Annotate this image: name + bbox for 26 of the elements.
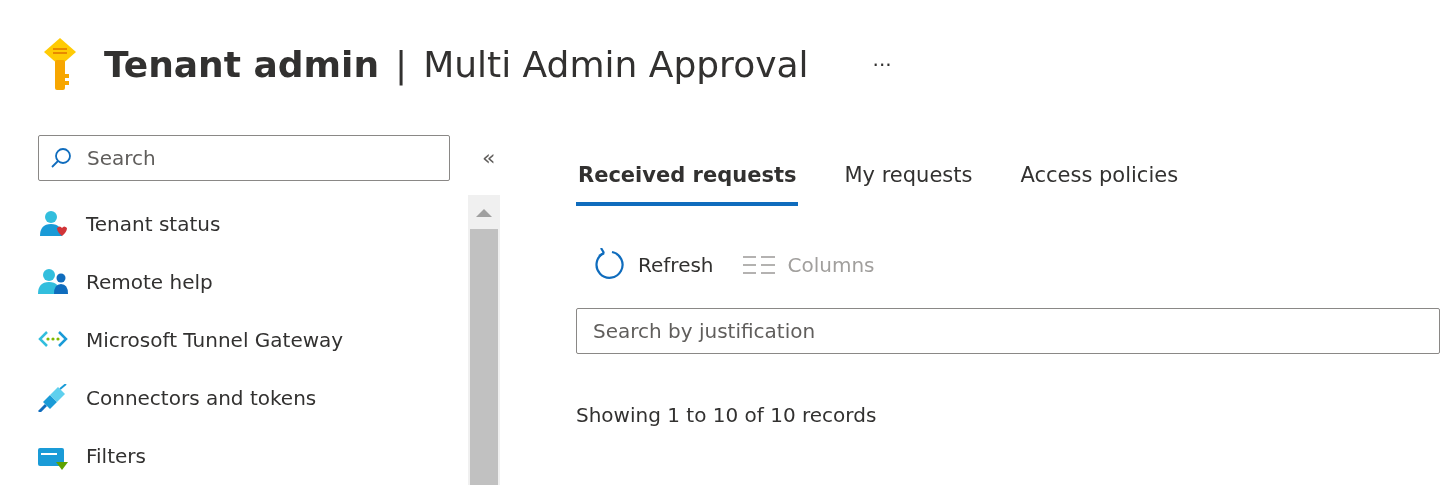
scrollbar[interactable] [468, 195, 500, 485]
tab[interactable]: My requests [842, 152, 975, 206]
plug-icon [38, 384, 68, 412]
scroll-up-icon [476, 207, 492, 217]
justification-search-field[interactable]: Search by justification [576, 307, 1440, 354]
sidebar-item[interactable]: Remote help [0, 253, 446, 311]
sidebar-item[interactable]: Tenant status [0, 195, 446, 253]
sidebar-item[interactable]: Filters [0, 427, 446, 485]
page-title: Tenant admin [104, 43, 380, 87]
page-subtitle: Multi Admin Approval [423, 43, 809, 87]
tab[interactable]: Received requests [576, 152, 799, 206]
search-icon [50, 147, 72, 169]
columns-icon [741, 254, 776, 275]
people-icon [38, 268, 68, 296]
sidebar-item[interactable]: Microsoft Tunnel Gateway [0, 311, 446, 369]
sidebar-item[interactable]: Connectors and tokens [0, 369, 446, 427]
records-count: Showing 1 to 10 of 10 records [576, 402, 877, 427]
person-icon [38, 210, 68, 238]
refresh-icon [592, 247, 626, 282]
scrollbar-thumb[interactable] [470, 229, 498, 485]
tab[interactable]: Access policies [1018, 152, 1181, 206]
collapse-button[interactable]: « [478, 147, 500, 169]
refresh-button[interactable]: Refresh [578, 247, 728, 282]
more-button[interactable]: ··· [866, 50, 898, 80]
title-separator: | [395, 43, 408, 88]
search-field[interactable]: Search [38, 135, 450, 181]
